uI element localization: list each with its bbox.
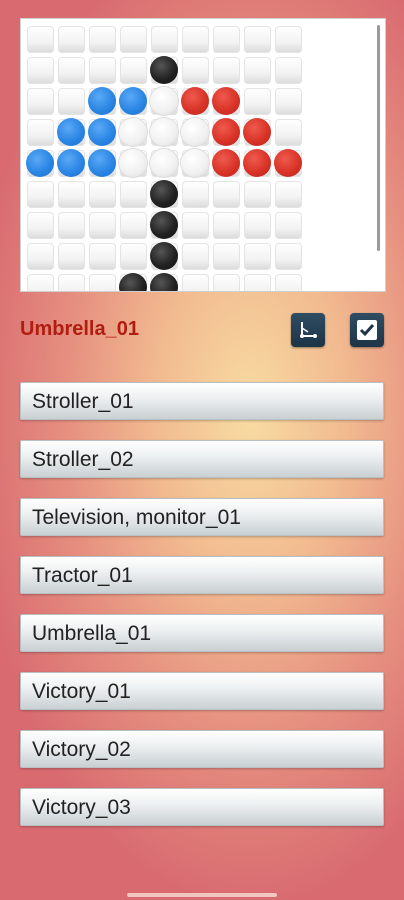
- chart-axis-icon: [300, 322, 317, 338]
- blue-dot: [88, 87, 116, 115]
- grid-cell: [58, 274, 85, 291]
- pattern-item[interactable]: Tractor_01: [20, 556, 384, 594]
- pattern-item[interactable]: Victory_02: [20, 730, 384, 768]
- grid-cell: [244, 243, 271, 270]
- grid-cell: [120, 243, 147, 270]
- pattern-preview[interactable]: [20, 18, 386, 292]
- grid-cell: [182, 243, 209, 270]
- grid-cell: [182, 26, 209, 53]
- blue-dot: [57, 149, 85, 177]
- blue-dot: [88, 149, 116, 177]
- grid-cell: [182, 57, 209, 84]
- white-dot: [150, 149, 178, 177]
- grid-cell: [89, 274, 116, 291]
- grid-cell: [182, 181, 209, 208]
- white-dot: [150, 87, 178, 115]
- grid-cell: [27, 26, 54, 53]
- white-dot: [181, 149, 209, 177]
- grid-cell: [58, 181, 85, 208]
- grid-cell: [244, 181, 271, 208]
- grid-cell: [244, 26, 271, 53]
- grid-cell: [58, 57, 85, 84]
- red-dot: [243, 118, 271, 146]
- red-dot: [212, 118, 240, 146]
- grid-cell: [27, 274, 54, 291]
- white-dot: [150, 118, 178, 146]
- white-dot: [119, 118, 147, 146]
- black-dot: [150, 56, 178, 84]
- grid-cell: [27, 119, 54, 146]
- red-dot: [274, 149, 302, 177]
- grid-cell: [275, 181, 302, 208]
- pattern-item[interactable]: Stroller_02: [20, 440, 384, 478]
- grid-cell: [275, 212, 302, 239]
- grid-cell: [275, 243, 302, 270]
- grid-cell: [275, 119, 302, 146]
- home-indicator[interactable]: [127, 893, 277, 897]
- grid-cell: [244, 88, 271, 115]
- grid-cell: [275, 88, 302, 115]
- grid-cell: [213, 181, 240, 208]
- grid-cell: [244, 274, 271, 291]
- confirm-button[interactable]: [350, 313, 384, 347]
- preview-scrollbar[interactable]: [377, 25, 380, 251]
- red-dot: [181, 87, 209, 115]
- grid-cell: [213, 212, 240, 239]
- blue-dot: [119, 87, 147, 115]
- black-dot: [150, 242, 178, 270]
- white-dot: [119, 149, 147, 177]
- chart-button[interactable]: [291, 313, 325, 347]
- red-dot: [212, 149, 240, 177]
- pattern-item[interactable]: Stroller_01: [20, 382, 384, 420]
- black-dot: [150, 180, 178, 208]
- grid-cell: [275, 274, 302, 291]
- blue-dot: [88, 118, 116, 146]
- grid-cell: [213, 243, 240, 270]
- grid-cell: [182, 212, 209, 239]
- black-dot: [150, 211, 178, 239]
- grid-cell: [27, 243, 54, 270]
- grid-cell: [27, 212, 54, 239]
- grid-cell: [89, 181, 116, 208]
- grid-cell: [89, 57, 116, 84]
- grid-cell: [213, 57, 240, 84]
- grid-cell: [27, 88, 54, 115]
- grid-cell: [89, 212, 116, 239]
- grid-cell: [244, 212, 271, 239]
- grid-cell: [182, 274, 209, 291]
- pattern-item[interactable]: Victory_01: [20, 672, 384, 710]
- grid-cell: [120, 181, 147, 208]
- grid-cell: [89, 26, 116, 53]
- selected-pattern-title: Umbrella_01: [20, 318, 139, 340]
- grid-cell: [58, 243, 85, 270]
- grid-cell: [27, 181, 54, 208]
- red-dot: [212, 87, 240, 115]
- grid-cell: [58, 88, 85, 115]
- grid-cell: [275, 26, 302, 53]
- grid-cell: [120, 212, 147, 239]
- grid-cell: [120, 57, 147, 84]
- grid-cell: [151, 26, 178, 53]
- grid-cell: [213, 274, 240, 291]
- grid-cell: [27, 57, 54, 84]
- blue-dot: [26, 149, 54, 177]
- grid-cell: [213, 26, 240, 53]
- white-dot: [181, 118, 209, 146]
- blue-dot: [57, 118, 85, 146]
- grid-cell: [58, 26, 85, 53]
- grid-cell: [58, 212, 85, 239]
- grid-cell: [275, 57, 302, 84]
- grid-cell: [244, 57, 271, 84]
- grid-cell: [120, 26, 147, 53]
- grid-cell: [89, 243, 116, 270]
- red-dot: [243, 149, 271, 177]
- checkmark-icon: [357, 320, 377, 340]
- pattern-item[interactable]: Umbrella_01: [20, 614, 384, 652]
- pattern-item[interactable]: Victory_03: [20, 788, 384, 826]
- pattern-item[interactable]: Television, monitor_01: [20, 498, 384, 536]
